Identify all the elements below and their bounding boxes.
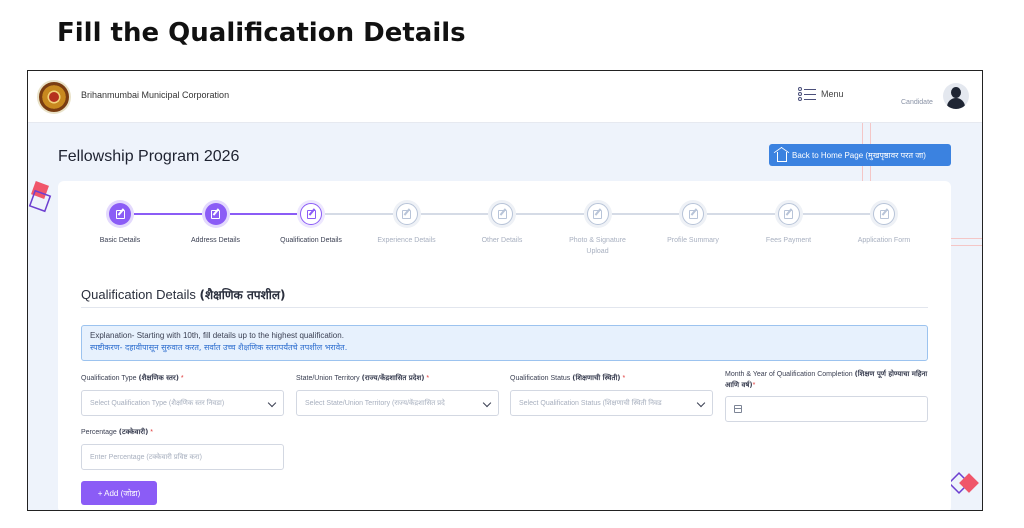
edit-icon	[777, 203, 800, 225]
edit-icon	[395, 203, 418, 225]
qualification-status-select[interactable]: Select Qualification Status (शिक्षणाची स…	[510, 390, 713, 416]
edit-icon	[586, 203, 609, 225]
calendar-icon	[734, 405, 742, 413]
edit-icon	[204, 203, 227, 225]
org-name[interactable]: Brihanmumbai Municipal Corporation	[81, 90, 229, 100]
step-label: Other Details	[481, 237, 523, 244]
decorative-diamond-left	[28, 181, 52, 213]
step-label: Address Details	[190, 237, 241, 244]
qualification-type-field: Qualification Type (शैक्षणिक स्तर) * Sel…	[81, 373, 284, 416]
edit-icon	[491, 203, 513, 225]
completion-date-input[interactable]	[725, 396, 928, 422]
step-other-details[interactable]: Other Details	[447, 203, 557, 246]
step-label: Fees Payment	[765, 237, 812, 244]
state-field: State/Union Territory (राज्य/केंद्रशासित…	[296, 373, 499, 416]
qualification-status-field: Qualification Status (शिक्षणाची स्थिती) …	[510, 373, 713, 416]
state-select[interactable]: Select State/Union Territory (राज्य/केंद…	[296, 390, 499, 416]
chevron-down-icon	[482, 398, 492, 408]
step-qualification-details[interactable]: Qualification Details	[256, 203, 366, 246]
qualification-type-select[interactable]: Select Qualification Type (शैक्षणिक स्तर…	[81, 390, 284, 416]
edit-icon	[300, 203, 322, 225]
step-label: Photo & Signature Upload	[569, 237, 626, 255]
menu-label: Menu	[821, 89, 844, 99]
bmc-logo-icon[interactable]	[37, 80, 71, 114]
menu-icon	[798, 87, 816, 101]
step-application-form[interactable]: Application Form	[829, 203, 939, 246]
step-profile-summary[interactable]: Profile Summary	[638, 203, 748, 246]
chevron-down-icon	[696, 398, 706, 408]
qualification-type-label: Qualification Type (शैक्षणिक स्तर) *	[81, 374, 184, 382]
percentage-input[interactable]: Enter Percentage (टक्केवारी प्रविष्ट करा…	[81, 444, 284, 470]
user-role-label: Candidate	[901, 99, 933, 106]
completion-date-field: Month & Year of Qualification Completion…	[725, 369, 928, 422]
explanation-mr: स्पष्टीकरण- दहावीपासून सुरुवात करत, सर्व…	[90, 343, 348, 352]
explanation-en: Explanation- Starting with 10th, fill de…	[90, 331, 344, 340]
qualification-status-label: Qualification Status (शिक्षणाची स्थिती) …	[510, 374, 626, 382]
decorative-diamond-right	[948, 472, 979, 494]
chevron-down-icon	[267, 398, 277, 408]
form-card: Basic Details Address Details Qualificatio…	[58, 181, 951, 510]
percentage-label: Percentage (टक्केवारी) *	[81, 428, 153, 436]
progress-stepper: Basic Details Address Details Qualificatio…	[58, 203, 951, 263]
back-to-home-label: Back to Home Page (मुखपृष्ठावर परत जा)	[792, 150, 926, 160]
section-divider	[81, 307, 928, 308]
step-fees-payment[interactable]: Fees Payment	[734, 203, 844, 246]
slide-title: Fill the Qualification Details	[57, 18, 466, 48]
percentage-field: Percentage (टक्केवारी) * Enter Percentag…	[81, 427, 284, 470]
step-label: Profile Summary	[667, 237, 719, 244]
step-experience-details[interactable]: Experience Details	[352, 203, 462, 246]
step-label: Experience Details	[377, 237, 436, 244]
edit-icon	[109, 203, 131, 225]
state-label: State/Union Territory (राज्य/केंद्रशासित…	[296, 374, 430, 382]
menu-button[interactable]: Menu	[798, 87, 844, 101]
page-title: Fellowship Program 2026	[58, 148, 240, 165]
section-title-mr: (शैक्षणिक तपशील)	[199, 288, 286, 302]
step-address-details[interactable]: Address Details	[161, 203, 271, 246]
edit-icon	[682, 203, 704, 225]
back-to-home-button[interactable]: Back to Home Page (मुखपृष्ठावर परत जा)	[769, 144, 951, 166]
step-label: Basic Details	[99, 237, 141, 244]
completion-date-label: Month & Year of Qualification Completion…	[725, 370, 928, 389]
edit-icon	[873, 203, 895, 225]
explanation-banner: Explanation- Starting with 10th, fill de…	[81, 325, 928, 361]
section-title: Qualification Details (शैक्षणिक तपशील)	[81, 286, 286, 303]
step-label: Qualification Details	[280, 237, 342, 244]
home-icon	[777, 151, 787, 162]
add-button[interactable]: + Add (जोडा)	[81, 481, 157, 505]
top-navbar: Brihanmumbai Municipal Corporation Menu …	[28, 71, 982, 123]
step-photo-signature-upload[interactable]: Photo & Signature Upload	[543, 203, 653, 257]
app-window: Brihanmumbai Municipal Corporation Menu …	[27, 70, 983, 511]
step-label: Application Form	[857, 237, 911, 244]
section-title-en: Qualification Details	[81, 287, 196, 302]
avatar[interactable]	[943, 83, 969, 109]
step-basic-details[interactable]: Basic Details	[65, 203, 175, 246]
